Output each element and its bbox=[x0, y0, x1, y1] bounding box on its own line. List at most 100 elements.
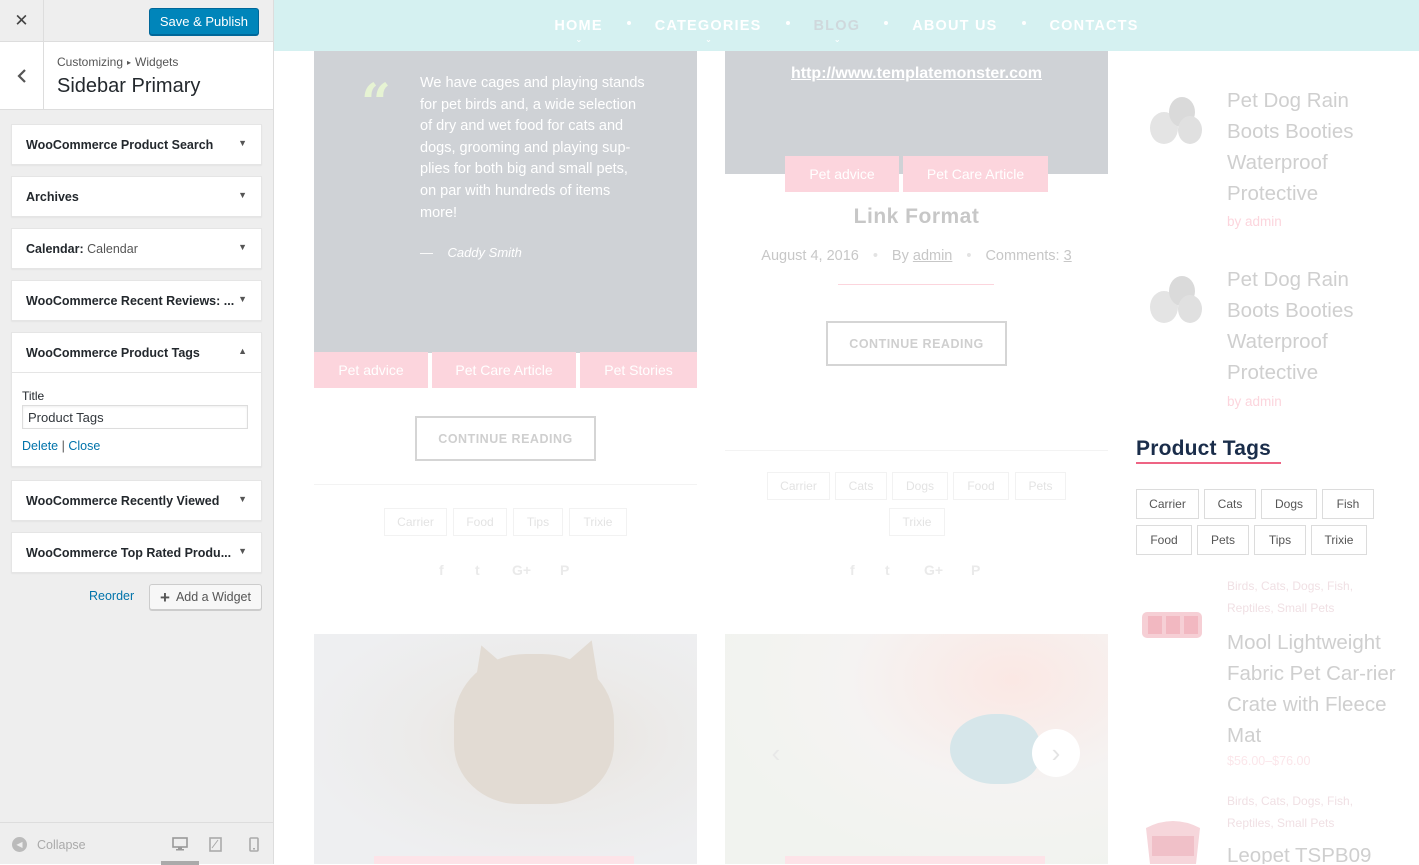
pinterest-icon[interactable]: P bbox=[971, 562, 980, 578]
nav-contacts[interactable]: CONTACTS bbox=[1048, 18, 1141, 34]
tag-chip[interactable]: Cats bbox=[1204, 489, 1256, 519]
site-preview: HOME ⌄ CATEGORIES ⌄ BLOG ⌄ ABOUT US CONTACT… bbox=[274, 0, 1419, 864]
section-header: Customizing ▸ Widgets Sidebar Primary bbox=[0, 42, 273, 110]
expand-arrow-icon[interactable]: ▼ bbox=[238, 494, 247, 504]
continue-reading-button[interactable]: CONTINUE READING bbox=[415, 416, 596, 461]
widget-product-search[interactable]: WooCommerce Product Search ▼ bbox=[11, 124, 262, 165]
widget-calendar[interactable]: Calendar: Calendar ▼ bbox=[11, 228, 262, 269]
back-arrow-icon[interactable] bbox=[0, 42, 44, 109]
tag-chip[interactable]: Tips bbox=[1254, 525, 1306, 555]
mobile-preview-icon[interactable] bbox=[249, 837, 259, 857]
widget-recent-reviews[interactable]: WooCommerce Recent Reviews: ... ▼ bbox=[11, 280, 262, 321]
post-tag[interactable]: Trixie bbox=[889, 508, 945, 536]
expand-arrow-icon[interactable]: ▼ bbox=[238, 294, 247, 304]
nav-about-us[interactable]: ABOUT US bbox=[910, 18, 999, 34]
breadcrumb: Customizing ▸ Widgets bbox=[57, 55, 178, 69]
slider-next-icon[interactable]: › bbox=[1032, 729, 1080, 777]
product-title[interactable]: Pet Dog Rain Boots Booties Waterproof Pr… bbox=[1227, 85, 1397, 209]
post-tag[interactable]: Carrier bbox=[767, 472, 830, 500]
category-tag[interactable]: Pet Care Article bbox=[903, 156, 1048, 192]
quote-author: — Caddy Smith bbox=[420, 245, 522, 260]
quote-post-card: “ We have cages and playing stands for p… bbox=[314, 51, 697, 353]
comments-link[interactable]: 3 bbox=[1064, 248, 1072, 264]
tag-chip[interactable]: Carrier bbox=[1136, 489, 1199, 519]
reorder-link[interactable]: Reorder bbox=[89, 589, 134, 603]
category-tag[interactable]: Pet Care Article bbox=[432, 352, 576, 388]
category-tag[interactable]: Pet advice bbox=[785, 156, 899, 192]
widget-archives[interactable]: Archives ▼ bbox=[11, 176, 262, 217]
category-strip bbox=[785, 856, 1045, 864]
post-tag[interactable]: Food bbox=[953, 472, 1009, 500]
widget-header[interactable]: Archives ▼ bbox=[12, 177, 261, 216]
facebook-icon[interactable]: f bbox=[850, 562, 855, 578]
expand-arrow-icon[interactable]: ▼ bbox=[238, 138, 247, 148]
product-tags-title: Product Tags bbox=[1136, 437, 1272, 460]
tag-chip[interactable]: Trixie bbox=[1311, 525, 1367, 555]
title-underline bbox=[1136, 462, 1281, 464]
add-widget-button[interactable]: + Add a Widget bbox=[149, 584, 262, 610]
widget-title: WooCommerce Recent Reviews: ... bbox=[26, 294, 235, 308]
widget-header[interactable]: WooCommerce Recent Reviews: ... ▼ bbox=[12, 281, 261, 320]
google-plus-icon[interactable]: G+ bbox=[924, 562, 943, 578]
continue-reading-button[interactable]: CONTINUE READING bbox=[826, 321, 1007, 366]
widget-header[interactable]: WooCommerce Recently Viewed ▼ bbox=[12, 481, 261, 520]
expand-arrow-icon[interactable]: ▼ bbox=[238, 190, 247, 200]
nav-blog[interactable]: BLOG ⌄ bbox=[812, 18, 863, 44]
post-tag[interactable]: Food bbox=[453, 508, 507, 536]
expand-arrow-icon[interactable]: ▼ bbox=[238, 546, 247, 556]
widget-header[interactable]: WooCommerce Product Tags ▲ bbox=[12, 333, 261, 372]
product-title[interactable]: Pet Dog Rain Boots Booties Waterproof Pr… bbox=[1227, 264, 1397, 388]
category-tag[interactable]: Pet advice bbox=[314, 352, 428, 388]
widget-header[interactable]: WooCommerce Product Search ▼ bbox=[12, 125, 261, 164]
nav-home[interactable]: HOME ⌄ bbox=[552, 18, 604, 44]
post-tag[interactable]: Dogs bbox=[892, 472, 948, 500]
post-tag[interactable]: Pets bbox=[1015, 472, 1066, 500]
product-thumbnail[interactable] bbox=[1142, 90, 1212, 150]
tag-chip[interactable]: Fish bbox=[1322, 489, 1374, 519]
widget-product-tags[interactable]: WooCommerce Product Tags ▲ Title Delete … bbox=[11, 332, 262, 467]
product-thumbnail[interactable] bbox=[1138, 808, 1208, 864]
slider-prev-icon[interactable]: ‹ bbox=[752, 729, 800, 777]
product-title[interactable]: Mool Lightweight Fabric Pet Car-rier Cra… bbox=[1227, 627, 1397, 751]
chevron-down-icon: ⌄ bbox=[833, 34, 842, 44]
widget-title: WooCommerce Recently Viewed bbox=[26, 494, 220, 508]
title-input[interactable] bbox=[22, 405, 248, 429]
pinterest-icon[interactable]: P bbox=[560, 562, 569, 578]
tag-chip[interactable]: Dogs bbox=[1261, 489, 1317, 519]
widget-header[interactable]: WooCommerce Top Rated Produ... ▼ bbox=[12, 533, 261, 572]
collapse-button[interactable]: ◀ Collapse bbox=[12, 837, 86, 852]
collapse-arrow-icon[interactable]: ▲ bbox=[238, 346, 247, 356]
facebook-icon[interactable]: f bbox=[439, 562, 444, 578]
desktop-preview-icon[interactable] bbox=[172, 837, 188, 856]
nav-categories[interactable]: CATEGORIES ⌄ bbox=[653, 18, 764, 44]
post-link-url[interactable]: http://www.templatemonster.com bbox=[725, 65, 1108, 83]
google-plus-icon[interactable]: G+ bbox=[512, 562, 531, 578]
close-link[interactable]: Close bbox=[68, 439, 100, 453]
expand-arrow-icon[interactable]: ▼ bbox=[238, 242, 247, 252]
save-publish-button[interactable]: Save & Publish bbox=[148, 8, 259, 35]
kitten-image[interactable] bbox=[314, 634, 697, 864]
product-thumbnail[interactable] bbox=[1138, 600, 1208, 660]
widget-top-rated[interactable]: WooCommerce Top Rated Produ... ▼ bbox=[11, 532, 262, 573]
plus-icon: + bbox=[160, 587, 170, 607]
tag-chip[interactable]: Pets bbox=[1197, 525, 1249, 555]
product-thumbnail[interactable] bbox=[1142, 269, 1212, 329]
lizard-image[interactable]: ‹ › bbox=[725, 634, 1108, 864]
widget-recently-viewed[interactable]: WooCommerce Recently Viewed ▼ bbox=[11, 480, 262, 521]
post-tag[interactable]: Carrier bbox=[384, 508, 447, 536]
tablet-preview-icon[interactable] bbox=[209, 837, 222, 857]
delete-link[interactable]: Delete bbox=[22, 439, 58, 453]
post-author-link[interactable]: admin bbox=[913, 248, 953, 264]
post-tag[interactable]: Cats bbox=[835, 472, 887, 500]
widget-header[interactable]: Calendar: Calendar ▼ bbox=[12, 229, 261, 268]
post-title[interactable]: Link Format bbox=[725, 205, 1108, 229]
close-icon[interactable]: ✕ bbox=[0, 0, 44, 42]
product-title[interactable]: Leopet TSPB09 bbox=[1227, 840, 1397, 864]
category-tag[interactable]: Pet Stories bbox=[580, 352, 697, 388]
twitter-icon[interactable]: t bbox=[885, 562, 890, 578]
post-tag[interactable]: Tips bbox=[513, 508, 563, 536]
tag-chip[interactable]: Food bbox=[1136, 525, 1192, 555]
twitter-icon[interactable]: t bbox=[475, 562, 480, 578]
widget-subtitle: Calendar bbox=[87, 242, 138, 256]
post-tag[interactable]: Trixie bbox=[569, 508, 627, 536]
